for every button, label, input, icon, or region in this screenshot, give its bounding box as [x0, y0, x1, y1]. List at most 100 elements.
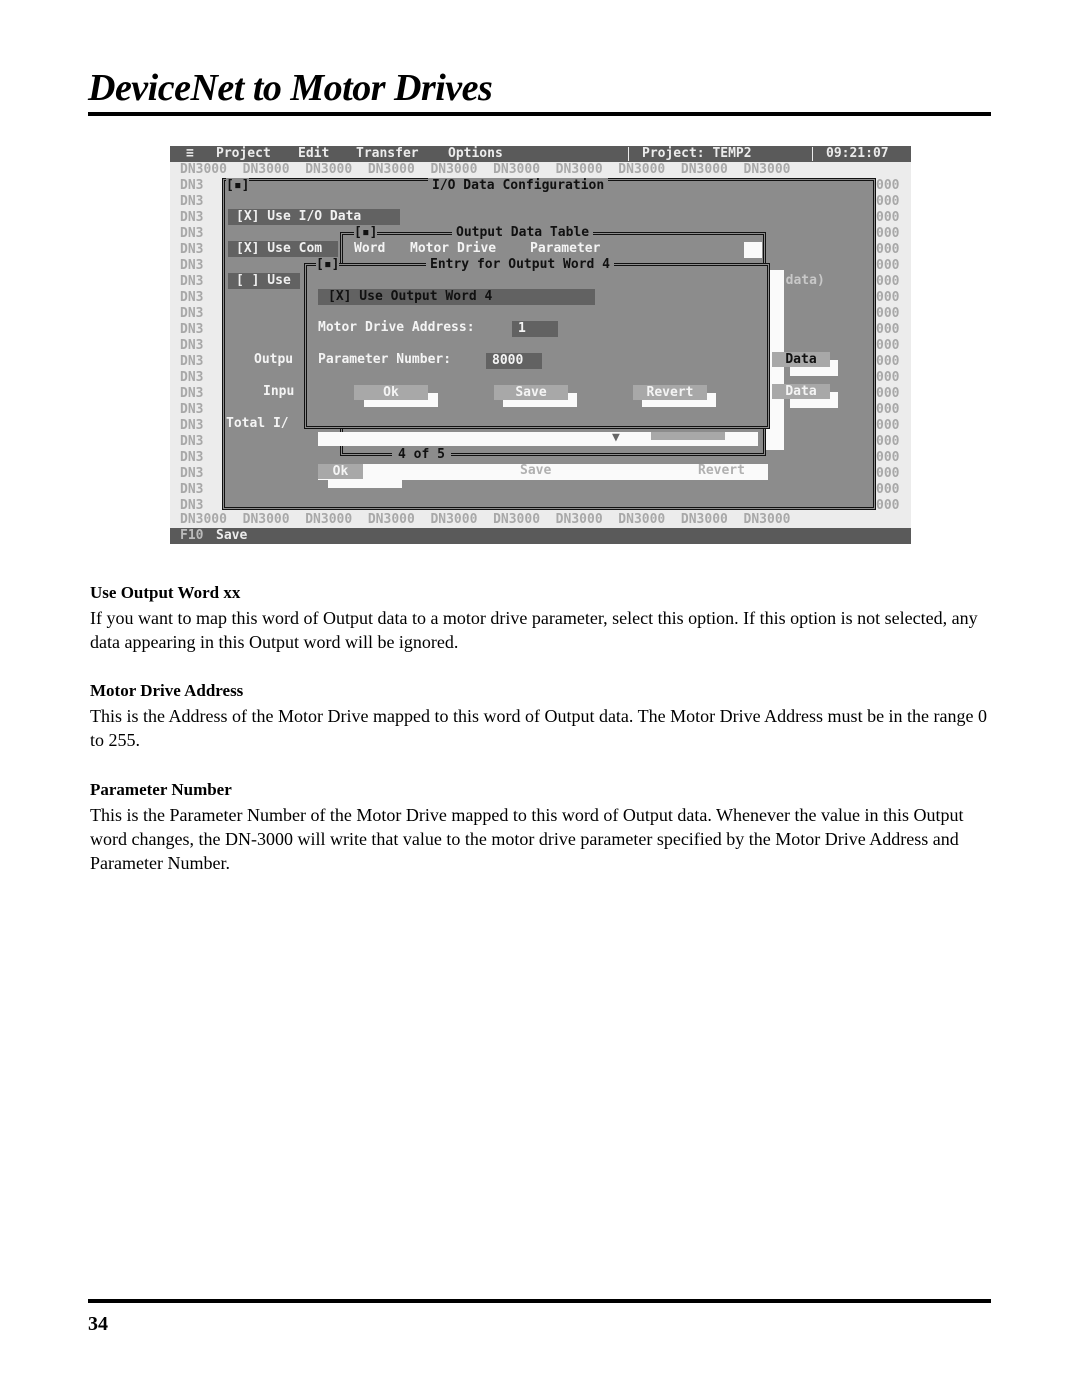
clock: 09:21:07 — [826, 146, 889, 161]
background-cell: 000 — [876, 354, 900, 369]
scrollbar-up[interactable] — [744, 242, 762, 258]
system-menu-icon[interactable]: ≡ — [186, 146, 194, 162]
section-use-output-word: Use Output Word xx If you want to map th… — [90, 582, 990, 654]
status-save[interactable]: Save — [216, 528, 247, 544]
section-motor-drive-address: Motor Drive Address This is the Address … — [90, 680, 990, 752]
output-table-title: Output Data Table — [452, 225, 594, 241]
background-cell: 000 — [876, 450, 900, 465]
background-cell: 000 — [876, 226, 900, 241]
use-io-data-option[interactable]: [X] Use I/O Data — [228, 209, 400, 225]
background-cell: 000 — [876, 210, 900, 225]
scroll-down-icon[interactable]: ▼ — [612, 430, 620, 446]
scroll-thumb[interactable] — [651, 432, 725, 440]
output-table-close-box[interactable]: [▪] — [354, 225, 378, 241]
entry-title: Entry for Output Word 4 — [426, 257, 615, 273]
menu-project[interactable]: Project — [216, 146, 271, 162]
background-cell: DN3 — [180, 210, 204, 225]
f10-hotkey[interactable]: F10 — [180, 528, 203, 544]
background-cell: DN3 — [180, 450, 204, 465]
section-heading: Motor Drive Address — [90, 681, 244, 700]
motor-drive-address-label: Motor Drive Address: — [318, 320, 475, 335]
entry-save-button[interactable]: Save — [494, 385, 568, 400]
background-cell: 000 — [876, 242, 900, 257]
input-label: Inpu — [263, 384, 295, 399]
background-cell: 000 — [876, 386, 900, 401]
page-title: DeviceNet to Motor Drives — [88, 67, 493, 109]
background-cell: DN3 — [180, 402, 204, 417]
background-cell: 000 — [876, 434, 900, 449]
use-output-word-checkbox[interactable]: [X] Use Output Word 4 — [318, 289, 595, 305]
column-parameter: Parameter — [530, 241, 601, 256]
background-cell: 000 — [876, 466, 900, 481]
motor-drive-address-input[interactable]: 1 — [512, 321, 558, 337]
section-body: This is the Address of the Motor Drive m… — [90, 706, 988, 750]
title-rule — [88, 112, 991, 116]
background-cell: DN3 — [180, 466, 204, 481]
section-body: If you want to map this word of Output d… — [90, 608, 978, 652]
use-option[interactable]: [ ] Use — [228, 273, 300, 289]
io-save-button[interactable]: Save — [520, 463, 551, 479]
entry-ok-button[interactable]: Ok — [354, 385, 428, 400]
column-word: Word — [354, 241, 386, 256]
background-cell: DN3 — [180, 194, 204, 209]
entry-revert-button[interactable]: Revert — [633, 385, 707, 400]
parameter-number-input[interactable]: 8000 — [486, 353, 542, 369]
background-cell: 000 — [876, 338, 900, 353]
background-cell: DN3 — [180, 498, 204, 513]
menu-divider — [812, 147, 813, 161]
background-cell: DN3 — [180, 306, 204, 321]
background-cell: 000 — [876, 370, 900, 385]
pager-label: 4 of 5 — [392, 447, 451, 463]
background-cell: DN3 — [180, 482, 204, 497]
entry-close-box[interactable]: [▪] — [316, 257, 340, 273]
terminal-screenshot: DN3 000 DN3 000 DN3 000 DN3 000 DN3 000 DN3 00… — [170, 146, 911, 544]
background-cell: DN3 — [180, 258, 204, 273]
background-cell: 000 — [876, 498, 900, 513]
background-cell: DN3 — [180, 418, 204, 433]
background-cell: DN3 — [180, 434, 204, 449]
io-ok-button[interactable]: Ok — [318, 464, 363, 479]
background-cell: DN3 — [180, 242, 204, 257]
background-cell: 000 — [876, 418, 900, 433]
section-body: This is the Parameter Number of the Moto… — [90, 805, 964, 873]
background-cell: 000 — [876, 194, 900, 209]
background-cell: 000 — [876, 402, 900, 417]
footer-rule — [88, 1299, 991, 1303]
io-config-close-box[interactable]: [▪] — [226, 178, 250, 194]
background-cell: DN3 — [180, 178, 204, 193]
background-cell: 000 — [876, 178, 900, 193]
background-cell: 000 — [876, 258, 900, 273]
status-bar: F10 Save — [170, 528, 911, 544]
background-cell: DN3 — [180, 338, 204, 353]
background-cell: DN3 — [180, 290, 204, 305]
background-cell: DN3 — [180, 370, 204, 385]
input-data-button[interactable]: Data — [772, 384, 830, 399]
background-cell: 000 — [876, 274, 900, 289]
menu-divider — [628, 147, 629, 161]
background-cell: DN3 — [180, 322, 204, 337]
background-cell: 000 — [876, 322, 900, 337]
menu-edit[interactable]: Edit — [298, 146, 329, 162]
background-cell: DN3 — [180, 386, 204, 401]
parameter-number-label: Parameter Number: — [318, 352, 452, 367]
output-data-button[interactable]: Data — [772, 352, 830, 367]
output-label: Outpu — [254, 352, 294, 367]
total-io-label: Total I/ — [226, 416, 289, 431]
section-heading: Use Output Word xx — [90, 583, 241, 602]
use-com-option[interactable]: [X] Use Com — [228, 241, 338, 257]
background-cell: DN3 — [180, 274, 204, 289]
background-row: DN3000 DN3000 DN3000 DN3000 DN3000 DN300… — [180, 512, 791, 527]
background-cell: DN3 — [180, 226, 204, 241]
section-parameter-number: Parameter Number This is the Parameter N… — [90, 779, 990, 875]
column-motor-drive: Motor Drive — [410, 241, 497, 256]
project-name: Project: TEMP2 — [642, 146, 752, 161]
section-heading: Parameter Number — [90, 780, 232, 799]
menu-transfer[interactable]: Transfer — [356, 146, 419, 162]
menu-options[interactable]: Options — [448, 146, 503, 162]
menu-bar: ≡ Project Edit Transfer Options Project:… — [170, 146, 911, 162]
io-config-title: I/O Data Configuration — [428, 178, 609, 194]
background-row: DN3000 DN3000 DN3000 DN3000 DN3000 DN300… — [180, 162, 791, 177]
background-cell: 000 — [876, 290, 900, 305]
background-cell: DN3 — [180, 354, 204, 369]
io-revert-button[interactable]: Revert — [698, 463, 745, 479]
